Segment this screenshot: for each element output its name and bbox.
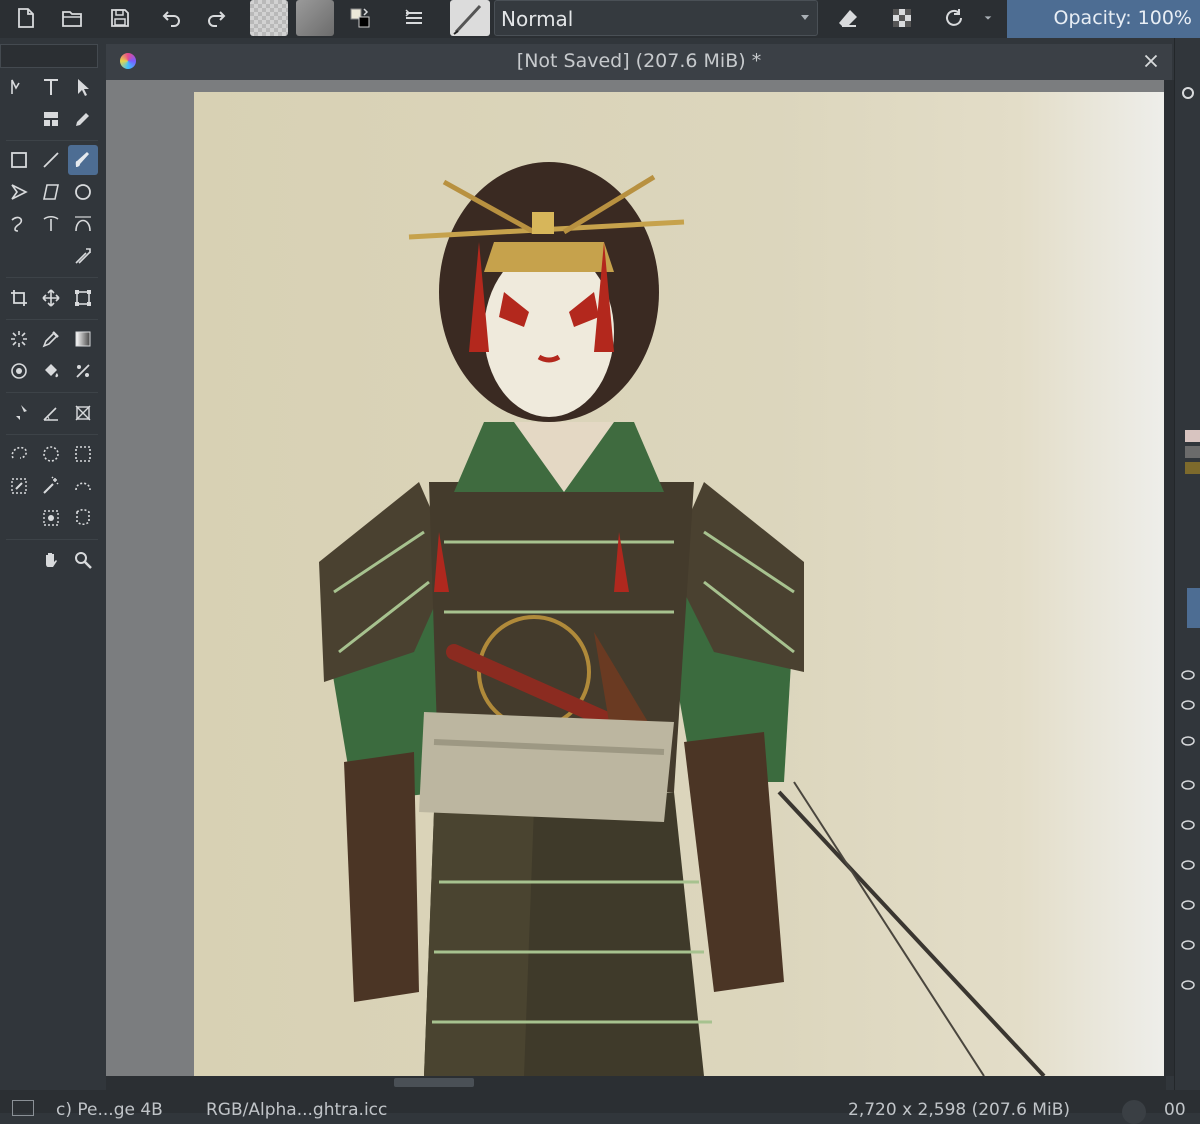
color-picker-tool[interactable] bbox=[4, 356, 34, 386]
opacity-label: Opacity: 100% bbox=[1053, 7, 1192, 29]
divider bbox=[6, 277, 98, 278]
canvas-paper[interactable] bbox=[194, 92, 1164, 1078]
eye-icon[interactable] bbox=[1181, 698, 1195, 712]
toolbox-header bbox=[0, 44, 98, 68]
save-icon[interactable] bbox=[104, 2, 136, 34]
document-title: [Not Saved] (207.6 MiB) * bbox=[516, 50, 762, 72]
eye-icon[interactable] bbox=[1181, 668, 1195, 682]
brush-preview[interactable] bbox=[450, 0, 490, 36]
brush-preview-icon[interactable] bbox=[12, 1100, 34, 1116]
divider bbox=[6, 434, 98, 435]
status-color-space: RGB/Alpha...ghtra.icc bbox=[206, 1100, 388, 1120]
eyedropper-icon[interactable] bbox=[36, 324, 66, 354]
edit-shapes-tool[interactable] bbox=[68, 72, 98, 102]
divider bbox=[6, 140, 98, 141]
gradient-tool[interactable] bbox=[68, 324, 98, 354]
ellipse-select-tool[interactable] bbox=[36, 439, 66, 469]
brush-presets-icon[interactable] bbox=[398, 2, 430, 34]
close-icon[interactable] bbox=[1140, 50, 1162, 72]
freehand-path-tool[interactable] bbox=[4, 209, 34, 239]
ellipse-tool[interactable] bbox=[68, 177, 98, 207]
blend-mode-label: Normal bbox=[501, 7, 574, 31]
document-tab[interactable]: [Not Saved] (207.6 MiB) * bbox=[106, 44, 1172, 80]
reload-icon[interactable] bbox=[938, 2, 970, 34]
polyline-tool[interactable] bbox=[4, 177, 34, 207]
color-swap-icon[interactable] bbox=[344, 2, 376, 34]
new-document-icon[interactable] bbox=[10, 2, 42, 34]
eye-icon[interactable] bbox=[1181, 734, 1195, 748]
divider bbox=[6, 539, 98, 540]
color-swatch[interactable] bbox=[1185, 430, 1200, 442]
freehand-brush-tool[interactable] bbox=[68, 145, 98, 175]
right-dock-panel bbox=[1174, 38, 1200, 1090]
freehand-select-tool[interactable] bbox=[4, 439, 34, 469]
eye-icon[interactable] bbox=[1181, 778, 1195, 792]
dynamic-brush-tool[interactable] bbox=[36, 209, 66, 239]
perspective-tool[interactable] bbox=[68, 398, 98, 428]
zoom-icon[interactable] bbox=[68, 545, 98, 575]
scrollbar-thumb[interactable] bbox=[394, 1078, 474, 1087]
color-swatch[interactable] bbox=[1185, 446, 1200, 458]
blend-mode-select[interactable]: Normal bbox=[494, 0, 818, 36]
color-swatch[interactable] bbox=[1185, 462, 1200, 474]
text-tool[interactable] bbox=[36, 72, 66, 102]
move-tool[interactable] bbox=[36, 283, 66, 313]
canvas-edge bbox=[1164, 80, 1174, 1076]
pan-hand-icon[interactable] bbox=[36, 545, 66, 575]
undo-icon[interactable] bbox=[156, 2, 188, 34]
eye-icon[interactable] bbox=[1181, 898, 1195, 912]
line-tool[interactable] bbox=[36, 145, 66, 175]
measure-tool[interactable] bbox=[36, 398, 66, 428]
zoom-icon[interactable] bbox=[1122, 1100, 1146, 1124]
open-folder-icon[interactable] bbox=[56, 2, 88, 34]
eye-icon[interactable] bbox=[1181, 818, 1195, 832]
calligraphy-tool[interactable] bbox=[68, 104, 98, 134]
divider bbox=[6, 319, 98, 320]
eye-icon[interactable] bbox=[1181, 978, 1195, 992]
chevron-down-icon[interactable] bbox=[978, 2, 998, 34]
status-zoom: 00 bbox=[1164, 1100, 1186, 1120]
crop-tool[interactable] bbox=[4, 283, 34, 313]
rectangle-tool[interactable] bbox=[4, 145, 34, 175]
eraser-icon[interactable] bbox=[832, 2, 864, 34]
opacity-slider[interactable]: Opacity: 100% bbox=[1007, 0, 1200, 38]
assistant-tool[interactable] bbox=[68, 356, 98, 386]
redo-icon[interactable] bbox=[200, 2, 232, 34]
fill-bucket-icon[interactable] bbox=[36, 356, 66, 386]
select-shapes-tool[interactable] bbox=[4, 72, 34, 102]
pattern-swatch[interactable] bbox=[296, 0, 334, 36]
gradient-fill-tool[interactable] bbox=[36, 104, 66, 134]
rectangle-select-tool[interactable] bbox=[68, 439, 98, 469]
magnetic-select-tool[interactable] bbox=[68, 503, 98, 533]
eye-icon[interactable] bbox=[1181, 858, 1195, 872]
bezier-select-tool[interactable] bbox=[68, 471, 98, 501]
smart-patch-tool[interactable] bbox=[4, 324, 34, 354]
pin-icon[interactable] bbox=[4, 398, 34, 428]
status-brush: c) Pe...ge 4B bbox=[56, 1100, 163, 1120]
canvas-viewport[interactable] bbox=[106, 80, 1164, 1078]
similar-color-select-tool[interactable] bbox=[36, 503, 66, 533]
gear-icon[interactable] bbox=[1181, 86, 1195, 100]
multibrush-tool[interactable] bbox=[68, 241, 98, 271]
warrior-artwork bbox=[319, 162, 1046, 1078]
eye-icon[interactable] bbox=[1181, 938, 1195, 952]
divider bbox=[6, 392, 98, 393]
polygon-tool[interactable] bbox=[36, 177, 66, 207]
transform-tool[interactable] bbox=[68, 283, 98, 313]
toolbox bbox=[0, 70, 104, 1080]
contiguous-select-tool[interactable] bbox=[4, 471, 34, 501]
bezier-curve-tool[interactable] bbox=[68, 209, 98, 239]
magic-wand-icon[interactable] bbox=[36, 471, 66, 501]
chevron-down-icon bbox=[801, 15, 809, 20]
layer-row-selected[interactable] bbox=[1187, 588, 1200, 628]
gradient-swatch[interactable] bbox=[250, 0, 288, 36]
main-toolbar: Normal Opacity: 100% bbox=[0, 0, 1200, 38]
status-bar: c) Pe...ge 4B RGB/Alpha...ghtra.icc 2,72… bbox=[0, 1090, 1200, 1124]
horizontal-scrollbar[interactable] bbox=[106, 1076, 1166, 1090]
alpha-lock-icon[interactable] bbox=[886, 2, 918, 34]
status-image-size: 2,720 x 2,598 (207.6 MiB) bbox=[848, 1100, 1070, 1120]
